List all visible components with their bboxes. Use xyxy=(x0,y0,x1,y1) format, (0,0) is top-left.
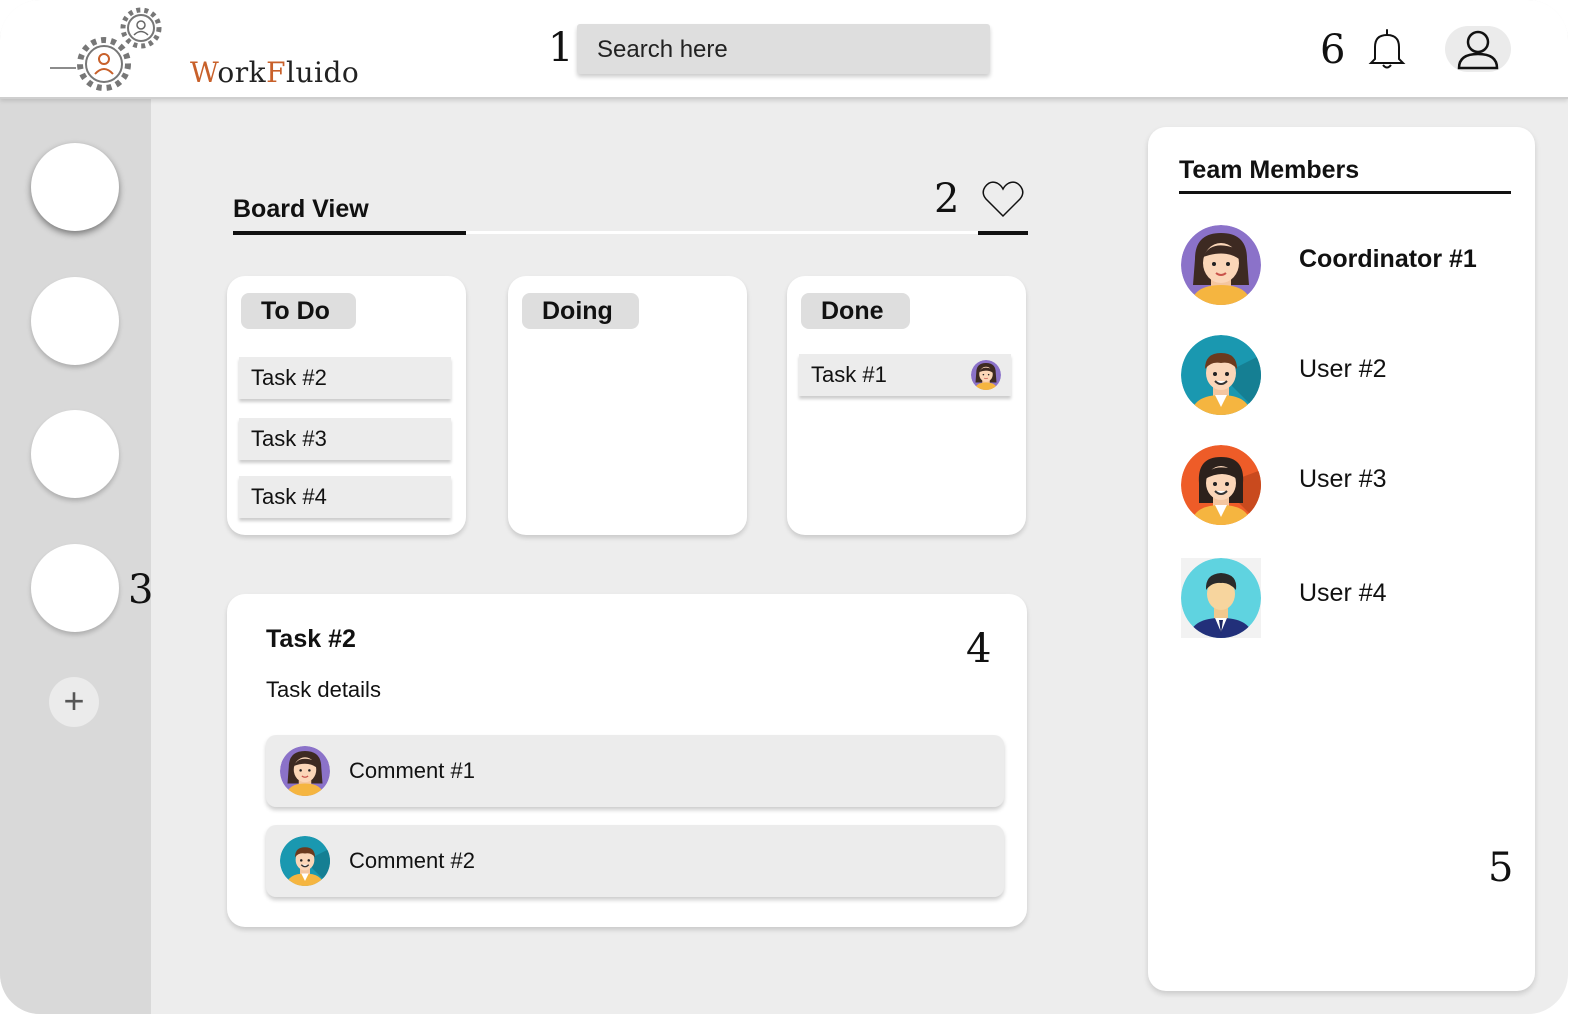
logo-wordmark: WorkFluido xyxy=(190,56,360,89)
marker-5: 5 xyxy=(1488,845,1514,891)
workspace-button-4[interactable] xyxy=(31,544,119,632)
profile-button[interactable] xyxy=(1445,26,1511,72)
search-input[interactable]: Search here xyxy=(577,24,990,74)
comment-avatar xyxy=(280,746,330,796)
workspace-button-3[interactable] xyxy=(31,410,119,498)
column-header-doing[interactable]: Doing xyxy=(522,293,639,329)
task-card[interactable]: Task #1 xyxy=(799,354,1011,396)
marker-3: 3 xyxy=(128,567,154,613)
task-detail-description: Task details xyxy=(266,677,381,702)
assignee-avatar xyxy=(971,360,1001,390)
notification-bell-icon[interactable] xyxy=(1365,27,1409,71)
marker-1: 1 xyxy=(548,25,574,71)
member-avatar[interactable] xyxy=(1181,558,1261,638)
search-placeholder: Search here xyxy=(597,36,728,63)
workspace-button-1[interactable] xyxy=(31,143,119,231)
task-card[interactable]: Task #3 xyxy=(239,418,451,460)
column-doing: Doing xyxy=(508,276,747,535)
add-workspace-button[interactable]: + xyxy=(49,677,99,727)
comment-item[interactable]: Comment #2 xyxy=(266,825,1004,897)
board-view-tab[interactable]: Board View xyxy=(233,195,369,224)
task-card[interactable]: Task #2 xyxy=(239,357,451,399)
gears-logo-icon xyxy=(50,7,162,91)
member-avatar[interactable] xyxy=(1181,225,1261,305)
workfluido-logo[interactable]: WorkFluido xyxy=(48,6,359,92)
active-tab-indicator xyxy=(233,231,466,235)
team-title-underline xyxy=(1179,191,1511,194)
member-name[interactable]: User #2 xyxy=(1299,355,1387,384)
workspace-sidebar: 3 + xyxy=(0,99,154,1014)
comment-text: Comment #1 xyxy=(349,758,475,783)
column-header-to-do[interactable]: To Do xyxy=(241,293,356,329)
team-members-title: Team Members xyxy=(1179,156,1360,184)
member-name[interactable]: User #3 xyxy=(1299,465,1387,494)
comment-text: Comment #2 xyxy=(349,848,475,873)
comment-item[interactable]: Comment #1 xyxy=(266,735,1004,807)
column-done: Done Task #1 xyxy=(787,276,1026,535)
task-detail-panel: Task #2 4 Task details Comment #1 Commen… xyxy=(227,594,1027,927)
member-avatar[interactable] xyxy=(1181,335,1261,415)
column-to-do: To Do Task #2 Task #3 Task #4 xyxy=(227,276,466,535)
task-card[interactable]: Task #4 xyxy=(239,476,451,518)
user-profile-icon xyxy=(1457,30,1499,70)
favorite-underline xyxy=(978,231,1028,235)
marker-6: 6 xyxy=(1320,27,1346,73)
member-avatar[interactable] xyxy=(1181,445,1261,525)
app-window: WorkFluido 1 Search here 6 3 + Board Vie… xyxy=(0,0,1568,1014)
member-name[interactable]: Coordinator #1 xyxy=(1299,245,1477,274)
task-detail-title: Task #2 xyxy=(266,625,356,653)
team-members-panel: Team Members Coordinator #1 User #2 User… xyxy=(1148,127,1535,991)
column-header-done[interactable]: Done xyxy=(801,293,910,329)
member-name[interactable]: User #4 xyxy=(1299,579,1387,608)
top-header: WorkFluido 1 Search here 6 xyxy=(0,0,1568,99)
marker-4: 4 xyxy=(966,626,992,672)
task-label: Task #1 xyxy=(811,362,887,387)
favorite-heart-icon[interactable] xyxy=(980,178,1026,220)
marker-2: 2 xyxy=(934,176,960,222)
comment-avatar xyxy=(280,836,330,886)
workspace-button-2[interactable] xyxy=(31,277,119,365)
